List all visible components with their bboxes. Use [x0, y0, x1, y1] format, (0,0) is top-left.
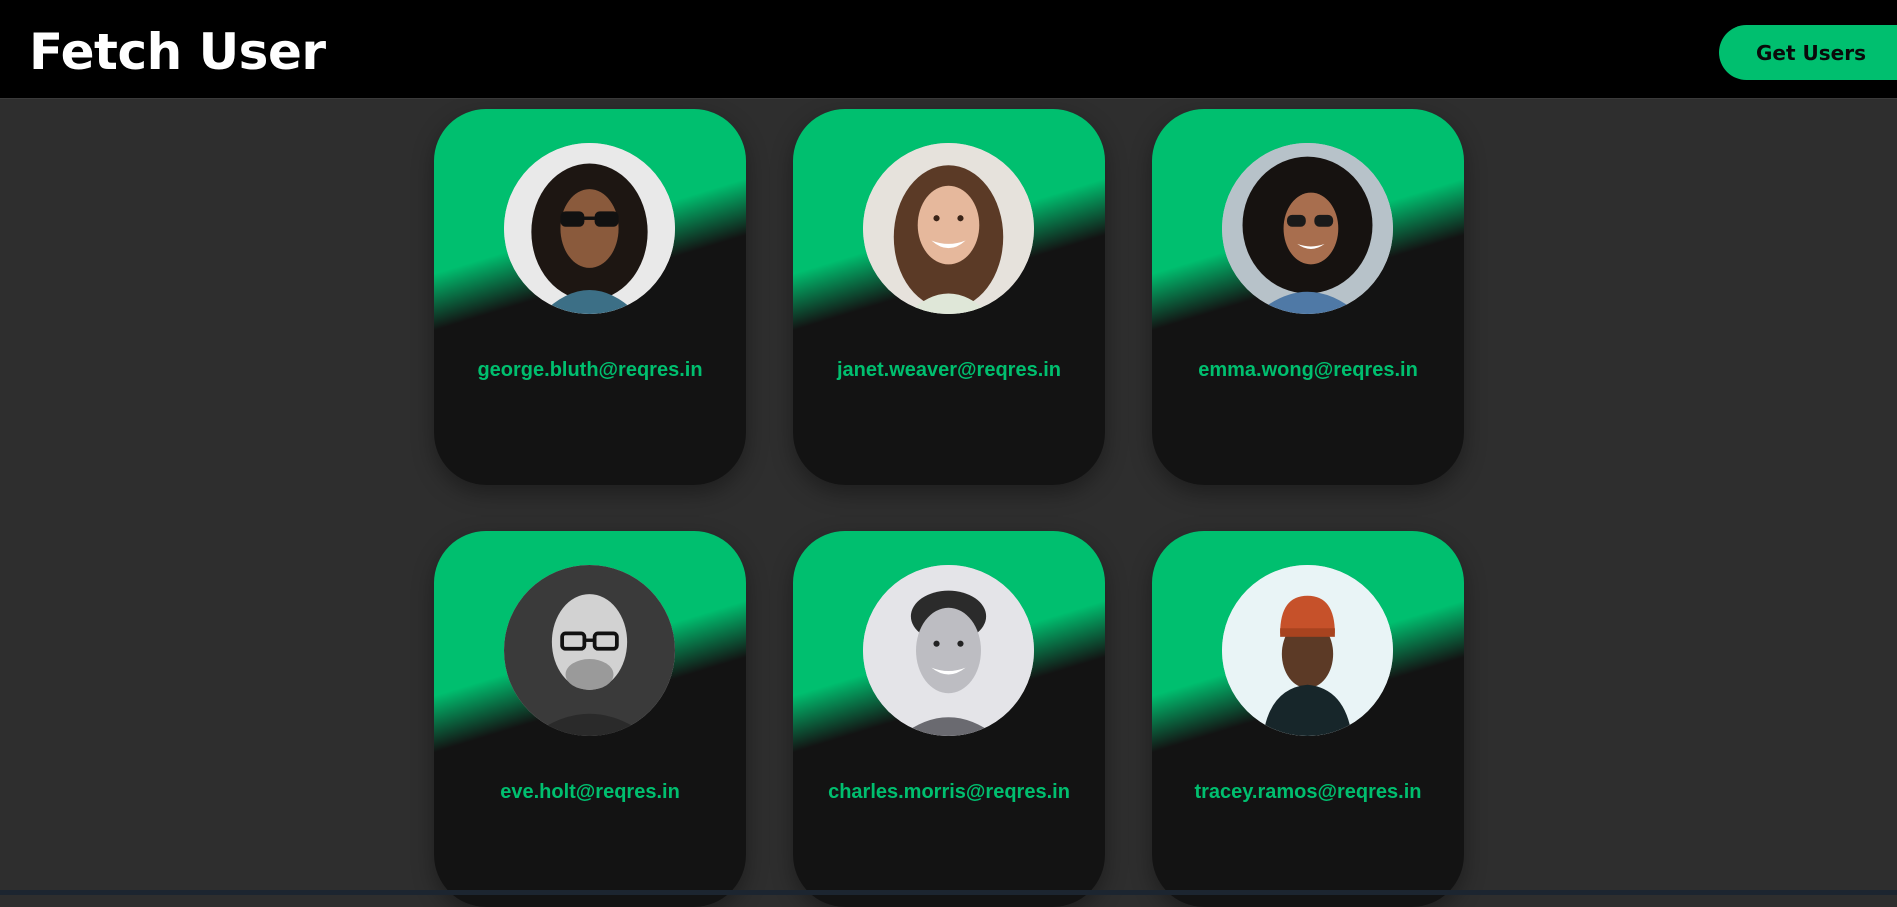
avatar-photo-man-glasses-beard-bw — [504, 565, 675, 736]
avatar-photo-woman-smiling-brown-hair — [863, 143, 1034, 314]
user-email: george.bluth@reqres.in — [477, 359, 703, 381]
user-email: tracey.ramos@reqres.in — [1194, 781, 1422, 803]
user-email: emma.wong@reqres.in — [1198, 359, 1418, 381]
user-avatar — [1222, 143, 1393, 314]
user-avatar — [863, 565, 1034, 736]
user-avatar — [1222, 565, 1393, 736]
user-grid: george.bluth@reqres.in janet.weaver@reqr… — [0, 0, 1897, 907]
user-card: eve.holt@reqres.in — [434, 531, 746, 907]
user-email: charles.morris@reqres.in — [828, 781, 1070, 803]
user-card: janet.weaver@reqres.in — [793, 109, 1105, 485]
user-email: eve.holt@reqres.in — [500, 781, 680, 803]
user-avatar — [863, 143, 1034, 314]
user-avatar — [504, 565, 675, 736]
user-card: charles.morris@reqres.in — [793, 531, 1105, 907]
user-avatar — [504, 143, 675, 314]
avatar-photo-man-sunglasses-curly-hair — [504, 143, 675, 314]
avatar-photo-woman-curly-hair-sunglasses — [1222, 143, 1393, 314]
user-email: janet.weaver@reqres.in — [836, 359, 1062, 381]
avatar-photo-man-orange-beanie — [1222, 565, 1393, 736]
user-card: george.bluth@reqres.in — [434, 109, 746, 485]
user-card: tracey.ramos@reqres.in — [1152, 531, 1464, 907]
avatar-photo-man-smiling-bw — [863, 565, 1034, 736]
user-card: emma.wong@reqres.in — [1152, 109, 1464, 485]
bottom-edge — [0, 890, 1897, 895]
